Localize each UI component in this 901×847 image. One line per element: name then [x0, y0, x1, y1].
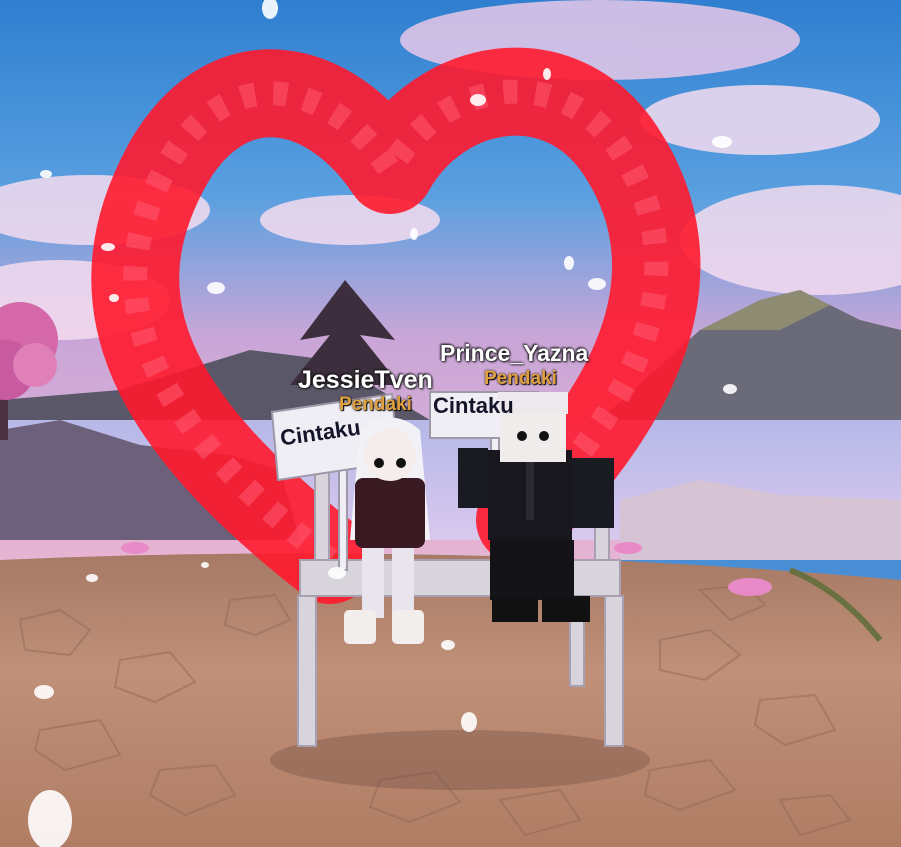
nametag-prince-yazna: Prince_Yazna: [440, 340, 588, 367]
game-scene: Cintaku Cintaku JessieTven Pendaki Princ…: [0, 0, 901, 847]
nametag-jessietven: JessieTven: [298, 366, 433, 395]
player-title-prince-yazna: Pendaki: [484, 368, 557, 389]
player-name: Prince_Yazna: [440, 340, 589, 366]
player-title-jessietven: Pendaki: [339, 394, 412, 415]
sign-text-right: Cintaku: [433, 393, 514, 418]
scene-background: [0, 0, 901, 847]
player-name: JessieTven: [298, 366, 433, 394]
